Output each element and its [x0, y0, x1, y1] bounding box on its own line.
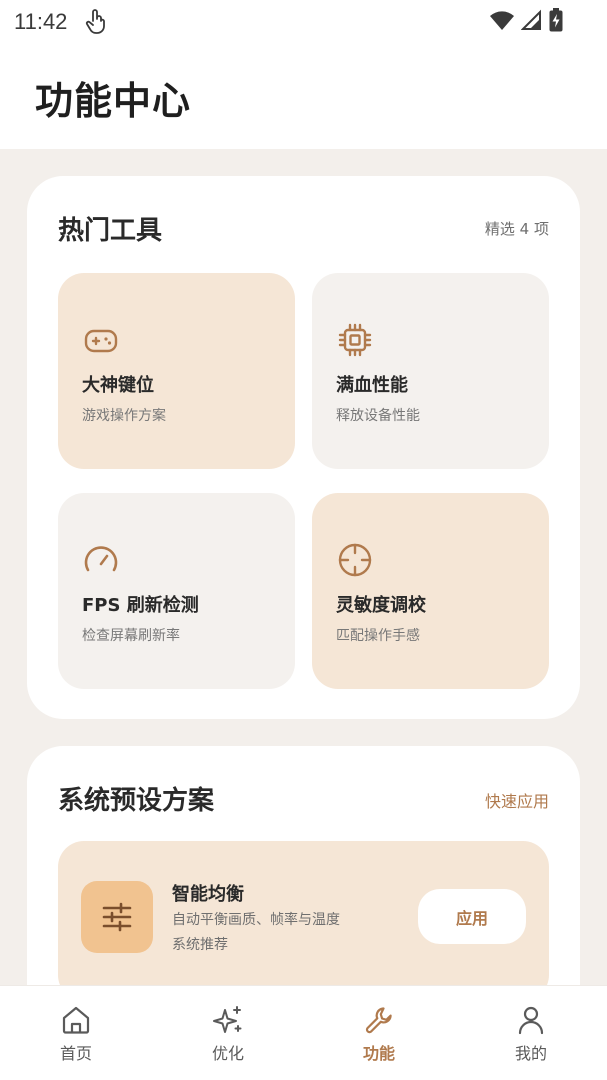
- status-bar: 11:42: [0, 0, 607, 42]
- home-icon: [62, 1006, 90, 1034]
- preset-description: 自动平衡画质、帧率与温度: [172, 912, 340, 928]
- chip-icon: [338, 323, 372, 357]
- tool-tile-performance[interactable]: 满血性能 释放设备性能: [312, 273, 549, 469]
- nav-label: 功能: [362, 1044, 395, 1063]
- status-time: 11:42: [14, 9, 68, 34]
- quick-apply-link[interactable]: 快速应用: [485, 788, 549, 812]
- bottom-navigation: 首页 优化 功能 我的: [0, 985, 607, 1080]
- tool-subtitle: 游戏操作方案: [82, 408, 166, 424]
- wifi-icon: [490, 11, 514, 30]
- crosshair-icon: [338, 543, 372, 577]
- gamepad-icon: [84, 329, 118, 353]
- battery-charging-icon: [549, 8, 563, 32]
- speedometer-icon: [84, 546, 118, 572]
- nav-item-features[interactable]: 功能: [303, 986, 455, 1080]
- nav-item-profile[interactable]: 我的: [455, 986, 607, 1080]
- wrench-icon: [365, 1007, 392, 1034]
- sparkle-icon: [213, 1006, 242, 1033]
- preset-title: 智能均衡: [172, 884, 244, 905]
- tool-title: 灵敏度调校: [336, 595, 426, 616]
- tool-title: 大神键位: [82, 375, 154, 396]
- tool-tile-fps-check[interactable]: FPS 刷新检测 检查屏幕刷新率: [58, 493, 295, 689]
- touch-indicator-icon: [85, 9, 105, 34]
- nav-item-home[interactable]: 首页: [0, 986, 152, 1080]
- nav-label: 首页: [59, 1044, 92, 1063]
- nav-label: 优化: [211, 1044, 244, 1063]
- tool-subtitle: 释放设备性能: [336, 408, 420, 424]
- tool-tile-sensitivity[interactable]: 灵敏度调校 匹配操作手感: [312, 493, 549, 689]
- page-header: 功能中心: [0, 42, 607, 149]
- tool-subtitle: 匹配操作手感: [336, 628, 420, 644]
- cellular-signal-icon: [521, 9, 541, 30]
- tool-title: 满血性能: [336, 375, 408, 396]
- preset-item-balanced[interactable]: 智能均衡 自动平衡画质、帧率与温度 系统推荐 应用: [58, 841, 549, 1001]
- nav-label: 我的: [514, 1044, 547, 1063]
- tool-title: FPS 刷新检测: [82, 595, 199, 616]
- tool-tile-keymap[interactable]: 大神键位 游戏操作方案: [58, 273, 295, 469]
- hot-tools-count: 精选 4 项: [484, 220, 549, 238]
- user-icon: [518, 1006, 544, 1035]
- hot-tools-card: 热门工具 精选 4 项 大神键位 游戏操作方案 满血性能 释放设备性能 FPS …: [27, 176, 580, 719]
- page-title: 功能中心: [35, 79, 192, 123]
- tool-subtitle: 检查屏幕刷新率: [82, 628, 180, 644]
- nav-item-optimize[interactable]: 优化: [152, 986, 304, 1080]
- preset-icon-box: [81, 881, 153, 953]
- apply-button[interactable]: 应用: [418, 889, 526, 944]
- hot-tools-title: 热门工具: [58, 216, 163, 246]
- sliders-icon: [102, 902, 132, 932]
- presets-title: 系统预设方案: [58, 786, 215, 816]
- preset-recommended-note: 系统推荐: [172, 937, 228, 953]
